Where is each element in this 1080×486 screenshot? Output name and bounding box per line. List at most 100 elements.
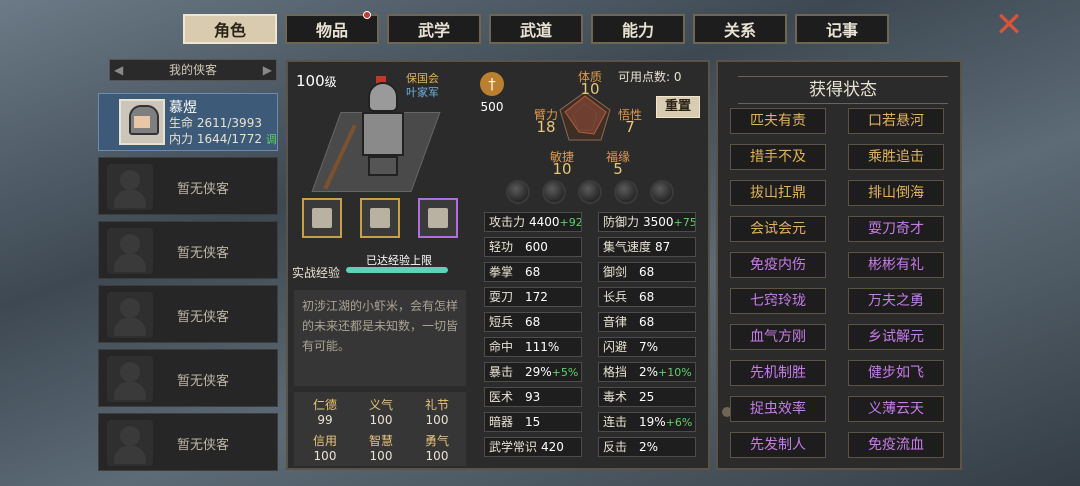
attr-xingge-value: 7 [625, 118, 635, 136]
status-item[interactable]: 排山倒海 [848, 180, 944, 206]
status-item[interactable]: 免疫内伤 [730, 252, 826, 278]
hero-card-empty[interactable]: 暂无侠客 [98, 413, 278, 471]
tab-3[interactable]: 武道 [489, 14, 583, 44]
accessory-slot[interactable] [418, 198, 458, 238]
adjust-button[interactable]: 调 [266, 133, 277, 146]
close-icon[interactable]: ✕ [992, 8, 1026, 42]
stat-row: 暴击 29%+5% [484, 362, 582, 382]
status-item[interactable]: 七窍玲珑 [730, 288, 826, 314]
stat-value: 93 [525, 390, 541, 404]
gem-slot[interactable] [506, 180, 530, 204]
exp-bar [346, 267, 448, 273]
status-item[interactable]: 彬彬有礼 [848, 252, 944, 278]
stat-row: 闪避 7% [598, 337, 696, 357]
hero-card-active[interactable]: 慕煜 生命 2611/3993 内力 1644/1772 调 [98, 93, 278, 151]
virtue-item: 勇气 100 [412, 432, 462, 463]
stat-value: 172 [525, 290, 548, 304]
stat-value: 19% [639, 415, 666, 429]
arrow-right-icon: ▶ [262, 63, 272, 77]
virtue-item: 智慧 100 [356, 432, 406, 463]
stat-value: 4400 [529, 215, 560, 229]
rank-label: 叶家军 [406, 86, 439, 99]
status-item[interactable]: 拔山扛鼎 [730, 180, 826, 206]
sword-medal-icon: † [480, 72, 504, 96]
status-item[interactable]: 口若悬河 [848, 108, 944, 134]
tab-4[interactable]: 能力 [591, 14, 685, 44]
status-item[interactable]: 血气方刚 [730, 324, 826, 350]
stat-value: 2% [639, 365, 659, 379]
armor-slot[interactable] [360, 198, 400, 238]
gem-slot[interactable] [542, 180, 566, 204]
status-item[interactable]: 万夫之勇 [848, 288, 944, 314]
stat-row: 命中 111% [484, 337, 582, 357]
virtue-value: 100 [425, 413, 449, 427]
virtue-value: 100 [425, 449, 449, 463]
stat-row: 格挡 2%+10% [598, 362, 696, 382]
tab-2[interactable]: 武学 [387, 14, 481, 44]
exp-value: 500 [480, 100, 504, 114]
status-item[interactable]: 乘胜追击 [848, 144, 944, 170]
tab-0[interactable]: 角色 [183, 14, 277, 44]
stat-row: 耍刀 172 [484, 287, 582, 307]
gem-slot[interactable] [650, 180, 674, 204]
tab-5[interactable]: 关系 [693, 14, 787, 44]
hero-card-empty[interactable]: 暂无侠客 [98, 285, 278, 343]
virtue-label: 仁德 [312, 398, 337, 412]
virtue-item: 义气 100 [356, 396, 406, 427]
exp-status: 已达经验上限 [366, 254, 432, 267]
stat-label: 轻功 [489, 240, 514, 254]
stat-label: 防御力 [603, 215, 640, 229]
stat-row: 御剑 68 [598, 262, 696, 282]
stat-row: 毒术 25 [598, 387, 696, 407]
status-item[interactable]: 义薄云天 [848, 396, 944, 422]
stat-row: 短兵 68 [484, 312, 582, 332]
virtue-label: 义气 [368, 398, 393, 412]
stat-value: 7% [639, 340, 659, 354]
virtue-item: 仁德 99 [300, 396, 350, 427]
stat-row: 轻功 600 [484, 237, 582, 257]
stat-label: 反击 [603, 440, 628, 454]
hero-list-title: 我的侠客 [168, 63, 217, 77]
status-panel-title: 获得状态 [738, 76, 948, 104]
status-item[interactable]: 健步如飞 [848, 360, 944, 386]
hero-card-empty[interactable]: 暂无侠客 [98, 157, 278, 215]
status-item[interactable]: 捉虫效率 [730, 396, 826, 422]
status-item[interactable]: 乡试解元 [848, 324, 944, 350]
virtue-value: 100 [313, 449, 337, 463]
status-item[interactable]: 先机制胜 [730, 360, 826, 386]
empty-label: 暂无侠客 [176, 182, 229, 197]
stat-value: 3500 [643, 215, 674, 229]
virtue-value: 99 [317, 413, 333, 427]
gem-slot[interactable] [614, 180, 638, 204]
status-panel: 获得状态 匹夫有责 口若悬河 措手不及 乘胜追击 拔山扛鼎 排山倒海 会试会元 耍刀奇才 免疫内… [716, 60, 962, 470]
status-item[interactable]: 免疫流血 [848, 432, 944, 458]
status-item[interactable]: 会试会元 [730, 216, 826, 242]
stat-bonus: +923 [559, 216, 581, 229]
hero-list-header: ◀ 我的侠客 ▶ [109, 59, 277, 81]
hero-card-empty[interactable]: 暂无侠客 [98, 349, 278, 407]
attr-fuyuan-value: 5 [613, 160, 623, 178]
hero-hp: 生命 2611/3993 [169, 116, 262, 130]
stat-value: 29% [525, 365, 552, 379]
stat-row: 连击 19%+6% [598, 412, 696, 432]
stat-row: 集气速度 87 [598, 237, 696, 257]
stat-bonus: +10% [658, 366, 692, 379]
reset-button[interactable]: 重置 [656, 96, 700, 118]
tab-6[interactable]: 记事 [795, 14, 889, 44]
stat-value: 68 [525, 265, 541, 279]
hero-card-empty[interactable]: 暂无侠客 [98, 221, 278, 279]
weapon-slot[interactable] [302, 198, 342, 238]
status-item[interactable]: 措手不及 [730, 144, 826, 170]
virtue-item: 信用 100 [300, 432, 350, 463]
virtue-label: 智慧 [368, 434, 393, 448]
stat-label: 御剑 [603, 265, 628, 279]
attr-minjie-value: 10 [552, 160, 572, 178]
status-item[interactable]: 匹夫有责 [730, 108, 826, 134]
arrow-left-icon: ◀ [114, 63, 124, 77]
hero-avatar [119, 99, 165, 145]
stat-row: 防御力3500+754 [598, 212, 696, 232]
tab-1[interactable]: 物品 [285, 11, 379, 44]
status-item[interactable]: 耍刀奇才 [848, 216, 944, 242]
gem-slot[interactable] [578, 180, 602, 204]
status-item[interactable]: 先发制人 [730, 432, 826, 458]
